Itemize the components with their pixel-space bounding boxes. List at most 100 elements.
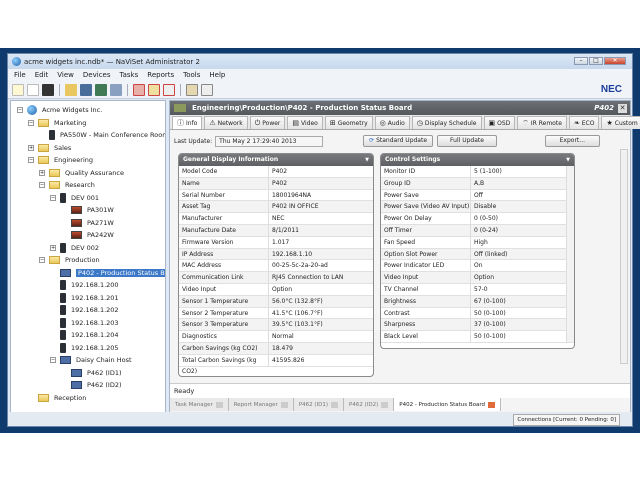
table-row[interactable]: Fan Speed High	[381, 236, 574, 249]
tree-item[interactable]: − Daisy Chain Host	[50, 354, 132, 366]
tab-custom[interactable]: ★ Custom	[601, 116, 640, 129]
table-row[interactable]: Manufacture Date 8/1/2011	[179, 224, 373, 237]
full-update-button[interactable]: Full Update	[437, 135, 497, 147]
expand-toggle-icon[interactable]: +	[39, 169, 45, 176]
table-row[interactable]: Name P402	[179, 177, 373, 190]
expand-toggle-icon[interactable]: −	[17, 107, 23, 113]
export-button[interactable]: Export...	[544, 135, 600, 147]
discover-icon[interactable]	[110, 83, 122, 96]
table-row[interactable]: Brightness 67 (0-100)	[381, 295, 574, 308]
tab-video[interactable]: ▤ Video	[287, 116, 323, 129]
expand-toggle-icon[interactable]: −	[39, 182, 45, 188]
close-tab-icon[interactable]	[331, 401, 339, 408]
control-settings-header[interactable]: Control Settings	[381, 154, 574, 166]
table-row[interactable]: Group ID A,B	[381, 177, 574, 190]
tab-geometry[interactable]: ⊞ Geometry	[324, 116, 373, 129]
tree-item[interactable]: − Production	[39, 254, 100, 266]
menu-edit[interactable]: Edit	[35, 71, 49, 79]
table-row[interactable]: Sensor 3 Temperature 39.5°C (103.1°F)	[179, 319, 373, 332]
menu-devices[interactable]: Devices	[83, 71, 111, 79]
table-row[interactable]: Asset Tag P402 IN OFFICE	[179, 201, 373, 214]
table-row[interactable]: Video Input Option	[381, 272, 574, 284]
tree-item[interactable]: 192.168.1.201	[50, 292, 119, 304]
table-row[interactable]: Option Slot Power Off (linked)	[381, 248, 574, 261]
tab-audio[interactable]: ◎ Audio	[374, 116, 410, 129]
menu-help[interactable]: Help	[209, 71, 225, 79]
expand-toggle-icon[interactable]: −	[28, 119, 34, 126]
tree-item[interactable]: P462 (ID2)	[61, 379, 122, 391]
table-row[interactable]: Carbon Savings (kg CO2) 18.479	[179, 342, 373, 355]
report-manager-icon[interactable]	[201, 83, 213, 96]
tree-item[interactable]: + Sales	[28, 142, 71, 154]
tree-item[interactable]: − DEV 001	[50, 192, 99, 204]
expand-toggle-icon[interactable]: +	[50, 244, 56, 251]
table-row[interactable]: Power Save Off	[381, 189, 574, 202]
new-task-icon[interactable]	[133, 83, 145, 96]
new-report-icon[interactable]	[186, 83, 198, 96]
tree-item[interactable]: 192.168.1.203	[50, 317, 119, 329]
table-row[interactable]: Power On Delay 0 (0-50)	[381, 213, 574, 225]
tab-display-schedule[interactable]: ◷ Display Schedule	[411, 116, 482, 129]
tree-item[interactable]: 192.168.1.205	[50, 342, 119, 354]
close-tab-icon[interactable]	[215, 401, 223, 408]
close-tab-icon[interactable]	[280, 401, 288, 408]
expand-toggle-icon[interactable]: −	[50, 357, 56, 363]
table-row[interactable]: Monitor ID 5 (1-100)	[381, 166, 574, 178]
table-row[interactable]: Power Indicator LED On	[381, 260, 574, 273]
task-manager-icon[interactable]	[148, 83, 160, 96]
tab-osd[interactable]: ▣ OSD	[483, 116, 516, 129]
table-row[interactable]: Communication Link RJ45 Connection to LAN	[179, 272, 373, 284]
tree-item[interactable]: 192.168.1.200	[50, 279, 119, 291]
tree-item[interactable]: 192.168.1.202	[50, 304, 119, 316]
table-row[interactable]: Firmware Version 1.017	[179, 236, 373, 249]
tree-item[interactable]: PA301W	[61, 204, 114, 216]
close-button[interactable]: ✕	[604, 57, 626, 65]
task-icon[interactable]	[163, 83, 175, 96]
table-row[interactable]: Diagnostics Normal	[179, 331, 373, 343]
standard-update-button[interactable]: ⟳ Standard Update	[363, 135, 434, 147]
tab-info[interactable]: ⓘ Info	[172, 116, 203, 129]
expand-toggle-icon[interactable]: −	[39, 257, 45, 263]
add-device-icon[interactable]	[80, 83, 92, 96]
tab-network[interactable]: ⚠ Network	[204, 116, 248, 129]
tree-item[interactable]: PA242W	[61, 229, 114, 241]
menu-view[interactable]: View	[57, 71, 74, 79]
tree-item[interactable]: + DEV 002	[50, 242, 99, 254]
add-devices-icon[interactable]	[95, 83, 107, 96]
minimize-button[interactable]: –	[574, 57, 588, 65]
tree-item[interactable]: PA271W	[61, 217, 114, 229]
tree-item[interactable]: PA550W - Main Conference Room ...	[39, 129, 165, 141]
control-settings-scrollbar[interactable]	[566, 166, 574, 342]
table-row[interactable]: Sharpness 37 (0-100)	[381, 319, 574, 332]
table-row[interactable]: Total Carbon Savings (kg CO2) 41595.826	[179, 354, 373, 375]
table-row[interactable]: Video Input Option	[179, 283, 373, 296]
table-row[interactable]: MAC Address 00-25-5c-2a-20-ad	[179, 260, 373, 273]
close-tab-icon[interactable]	[381, 401, 389, 408]
tree-item[interactable]: P462 (ID1)	[61, 367, 122, 379]
table-row[interactable]: Off Timer 0 (0-24)	[381, 224, 574, 237]
tree-item[interactable]: − Acme Widgets Inc.	[17, 104, 102, 116]
open-file-icon[interactable]	[27, 83, 39, 96]
document-tab[interactable]: Report Manager	[228, 398, 294, 411]
document-tab[interactable]: P462 (ID1)	[293, 398, 345, 411]
menu-file[interactable]: File	[14, 71, 26, 79]
tree-item[interactable]: 192.168.1.204	[50, 329, 119, 341]
tree-item[interactable]: − Engineering	[28, 154, 93, 166]
menu-tools[interactable]: Tools	[183, 71, 200, 79]
tab-power[interactable]: ⏻ Power	[249, 116, 286, 129]
expand-toggle-icon[interactable]: −	[28, 157, 34, 163]
add-folder-icon[interactable]	[65, 83, 77, 96]
tree-item[interactable]: Reception	[28, 392, 86, 404]
tab-ir-remote[interactable]: ⌔ IR Remote	[517, 116, 567, 129]
menu-reports[interactable]: Reports	[147, 71, 174, 79]
document-tab[interactable]: P462 (ID2)	[344, 398, 395, 411]
tree-item[interactable]: P402 - Production Status Board	[50, 267, 165, 279]
tree-item[interactable]: − Marketing	[28, 117, 86, 129]
tab-eco[interactable]: ❧ ECO	[568, 116, 600, 129]
panel-scrollbar[interactable]	[620, 149, 628, 364]
table-row[interactable]: Model Code P402	[179, 166, 373, 178]
panel-close-button[interactable]: ✕	[618, 103, 627, 113]
document-tab[interactable]: P402 - Production Status Board	[394, 398, 502, 411]
new-file-icon[interactable]	[12, 83, 24, 96]
tree-item[interactable]: + Quality Assurance	[39, 167, 124, 179]
